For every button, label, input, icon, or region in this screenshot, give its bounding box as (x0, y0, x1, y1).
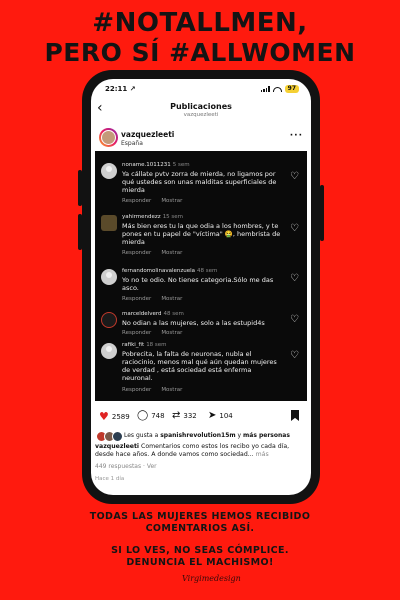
avatar[interactable] (101, 163, 117, 179)
location-arrow-icon: ↗ (129, 85, 136, 93)
post-date: Hace 1 día (95, 476, 125, 482)
page-subtitle[interactable]: vazquezleeti (91, 112, 311, 118)
heart-icon[interactable]: ♡ (290, 351, 299, 361)
comment-time: 48 sem (163, 311, 184, 317)
comment-text: Ya cállate pvtv zorra de mierda, no liga… (122, 170, 277, 194)
signal-icon (260, 86, 270, 92)
comment-text: Más bien eres tu la que odia a los hombr… (122, 222, 281, 246)
comment-username[interactable]: yahirmendezz (122, 214, 161, 220)
status-time: 22:11 ↗ (105, 85, 136, 93)
view-replies-link[interactable]: Ver (147, 463, 157, 470)
show-button[interactable]: Mostrar (161, 330, 182, 336)
comment-time: 18 sem (146, 342, 167, 348)
reply-button[interactable]: Responder (122, 250, 151, 256)
artist-signature: Virgimedesign (182, 574, 241, 583)
heart-icon[interactable]: ♡ (290, 274, 299, 284)
show-button[interactable]: Mostrar (161, 250, 182, 256)
status-bar: 22:11 ↗ 97 (91, 85, 311, 97)
footer-message-2: SI LO VES, NO SEAS CÓMPLICE. DENUNCIA EL… (111, 545, 289, 568)
reply-button[interactable]: Responder (122, 296, 151, 302)
post-username[interactable]: vazquezleeti (121, 130, 174, 139)
avatar[interactable] (99, 128, 118, 147)
reply-button[interactable]: Responder (122, 330, 151, 336)
comment-text: Yo no te odio. No tienes categoria.Sólo … (122, 276, 274, 292)
wifi-icon (272, 86, 282, 92)
comment-time: 15 sem (162, 214, 184, 220)
comment-bubble-icon[interactable]: ◯ (137, 411, 148, 421)
replies-link[interactable]: 449 respuestas · Ver (95, 463, 157, 470)
liked-by-others[interactable]: más personas (243, 432, 290, 439)
heart-filled-icon[interactable]: ♥ (99, 411, 109, 422)
heart-icon[interactable]: ♡ (290, 224, 299, 234)
post-actions-bar: ♥ 2589 ◯ 748 ⇄ 332 ➤ 104 (91, 409, 311, 425)
battery-icon: 97 (284, 85, 299, 93)
shares-count[interactable]: 104 (219, 412, 232, 420)
phone-power-button (320, 185, 324, 241)
caption-username[interactable]: vazquezleeti (95, 443, 139, 450)
comment-time: 48 sem (197, 268, 218, 274)
post-caption: vazquezleeti Comentarios como estos los … (95, 443, 301, 459)
comment-username[interactable]: fernandomolinavalenzuela (122, 268, 195, 274)
post-location[interactable]: España (121, 140, 143, 147)
comment-username[interactable]: marceldelverd (122, 311, 162, 317)
show-button[interactable]: Mostrar (161, 296, 182, 302)
heart-icon[interactable]: ♡ (290, 315, 299, 325)
avatar[interactable] (101, 215, 117, 231)
top-nav: ‹ Publicaciones vazquezleeti (91, 99, 311, 121)
comments-count[interactable]: 748 (151, 412, 164, 420)
headline-line-1: #NOTALLMEN, (92, 8, 308, 38)
post-image-comments: noname.1011231 5 sem Ya cállate pvtv zorr… (95, 151, 307, 401)
caption-more-link[interactable]: más (254, 451, 269, 458)
post-header: vazquezleeti España ··· (91, 127, 311, 151)
show-button[interactable]: Mostrar (161, 387, 182, 393)
comment-text: No odian a las mujeres, solo a las estup… (122, 319, 265, 327)
reply-button[interactable]: Responder (122, 198, 151, 204)
headline-line-2: PERO SÍ #ALLWOMEN (44, 38, 356, 67)
show-button[interactable]: Mostrar (161, 198, 182, 204)
reposts-count[interactable]: 332 (183, 412, 196, 420)
page-title: Publicaciones (170, 102, 232, 111)
bookmark-icon[interactable] (291, 410, 299, 421)
avatar[interactable] (101, 343, 117, 359)
comment-time: 5 sem (172, 162, 190, 168)
comment-username[interactable]: noname.1011231 (122, 162, 171, 168)
reply-button[interactable]: Responder (122, 387, 151, 393)
phone-screen: 22:11 ↗ 97 ‹ Publicaciones vazquezleeti … (91, 79, 311, 495)
more-options-icon[interactable]: ··· (290, 131, 303, 141)
send-icon[interactable]: ➤ (208, 411, 216, 421)
status-icons: 97 (260, 85, 299, 93)
comment-username[interactable]: rafiki_fit (122, 342, 144, 348)
footer-message-1: TODAS LAS MUJERES HEMOS RECIBIDO COMENTA… (89, 511, 311, 534)
avatar[interactable] (101, 269, 117, 285)
avatar[interactable] (101, 312, 117, 328)
liked-by-user[interactable]: spanishrevolution15m (160, 432, 235, 439)
comment-text: Pobrecita, la falta de neuronas, nubla e… (122, 350, 277, 382)
phone-frame: 22:11 ↗ 97 ‹ Publicaciones vazquezleeti … (82, 70, 320, 504)
heart-icon[interactable]: ♡ (290, 172, 299, 182)
repost-icon[interactable]: ⇄ (172, 411, 180, 421)
avatar (112, 431, 123, 442)
likes-count[interactable]: 2589 (112, 413, 130, 421)
